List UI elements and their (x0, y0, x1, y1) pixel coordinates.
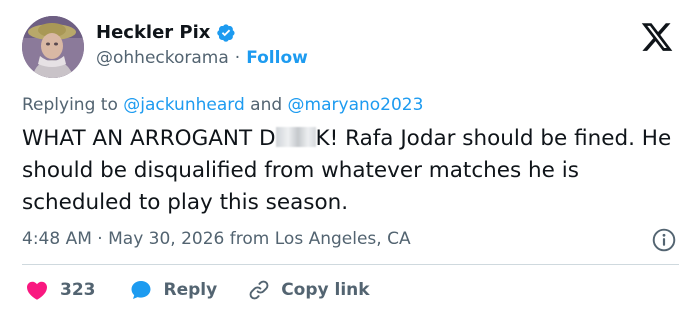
avatar-photo (22, 16, 84, 78)
info-icon[interactable] (651, 227, 677, 253)
copy-link-label: Copy link (281, 280, 370, 300)
tweet-card: Heckler Pix @ohheckorama · Follow Replyi… (0, 0, 700, 318)
action-bar: 323 Reply Copy link (22, 276, 370, 304)
reply-button[interactable]: Reply (128, 278, 218, 302)
tweet-text-part-1: WHAT AN ARROGANT D (22, 126, 276, 151)
handle-separator: · (234, 48, 241, 68)
like-button[interactable]: 323 (24, 278, 96, 302)
x-logo-icon[interactable] (638, 20, 676, 54)
author-handle-row: @ohheckorama · Follow (96, 48, 308, 68)
author-handle[interactable]: @ohheckorama (96, 48, 229, 68)
censor-blur (275, 127, 316, 147)
reply-context: Replying to @jackunheard and @maryano202… (22, 95, 423, 115)
link-icon (249, 280, 269, 300)
mention-link-jackunheard[interactable]: @jackunheard (123, 95, 245, 115)
like-count: 323 (60, 280, 96, 300)
tweet-time[interactable]: 4:48 AM (22, 229, 92, 249)
reply-bubble-icon (131, 281, 150, 299)
author-display-name[interactable]: Heckler Pix (96, 22, 210, 43)
tweet-text: WHAT AN ARROGANT D K! Rafa Jodar should b… (22, 123, 682, 219)
verified-badge-icon (216, 23, 236, 43)
reply-label: Reply (163, 280, 218, 300)
tweet-date[interactable]: May 30, 2026 (108, 229, 224, 249)
replying-to-joiner: and (250, 95, 283, 115)
divider (22, 264, 679, 265)
author-name-row: Heckler Pix (96, 22, 236, 43)
follow-button[interactable]: Follow (246, 48, 308, 68)
avatar[interactable] (22, 16, 84, 78)
replying-to-label: Replying to (22, 95, 118, 115)
copy-link-button[interactable]: Copy link (247, 278, 370, 302)
mention-link-maryano2023[interactable]: @maryano2023 (288, 95, 424, 115)
timestamp-separator: · (97, 229, 103, 249)
heart-icon (27, 281, 47, 300)
tweet-timestamp: 4:48 AM · May 30, 2026 from Los Angeles,… (22, 229, 411, 249)
tweet-location: from Los Angeles, CA (229, 229, 411, 249)
